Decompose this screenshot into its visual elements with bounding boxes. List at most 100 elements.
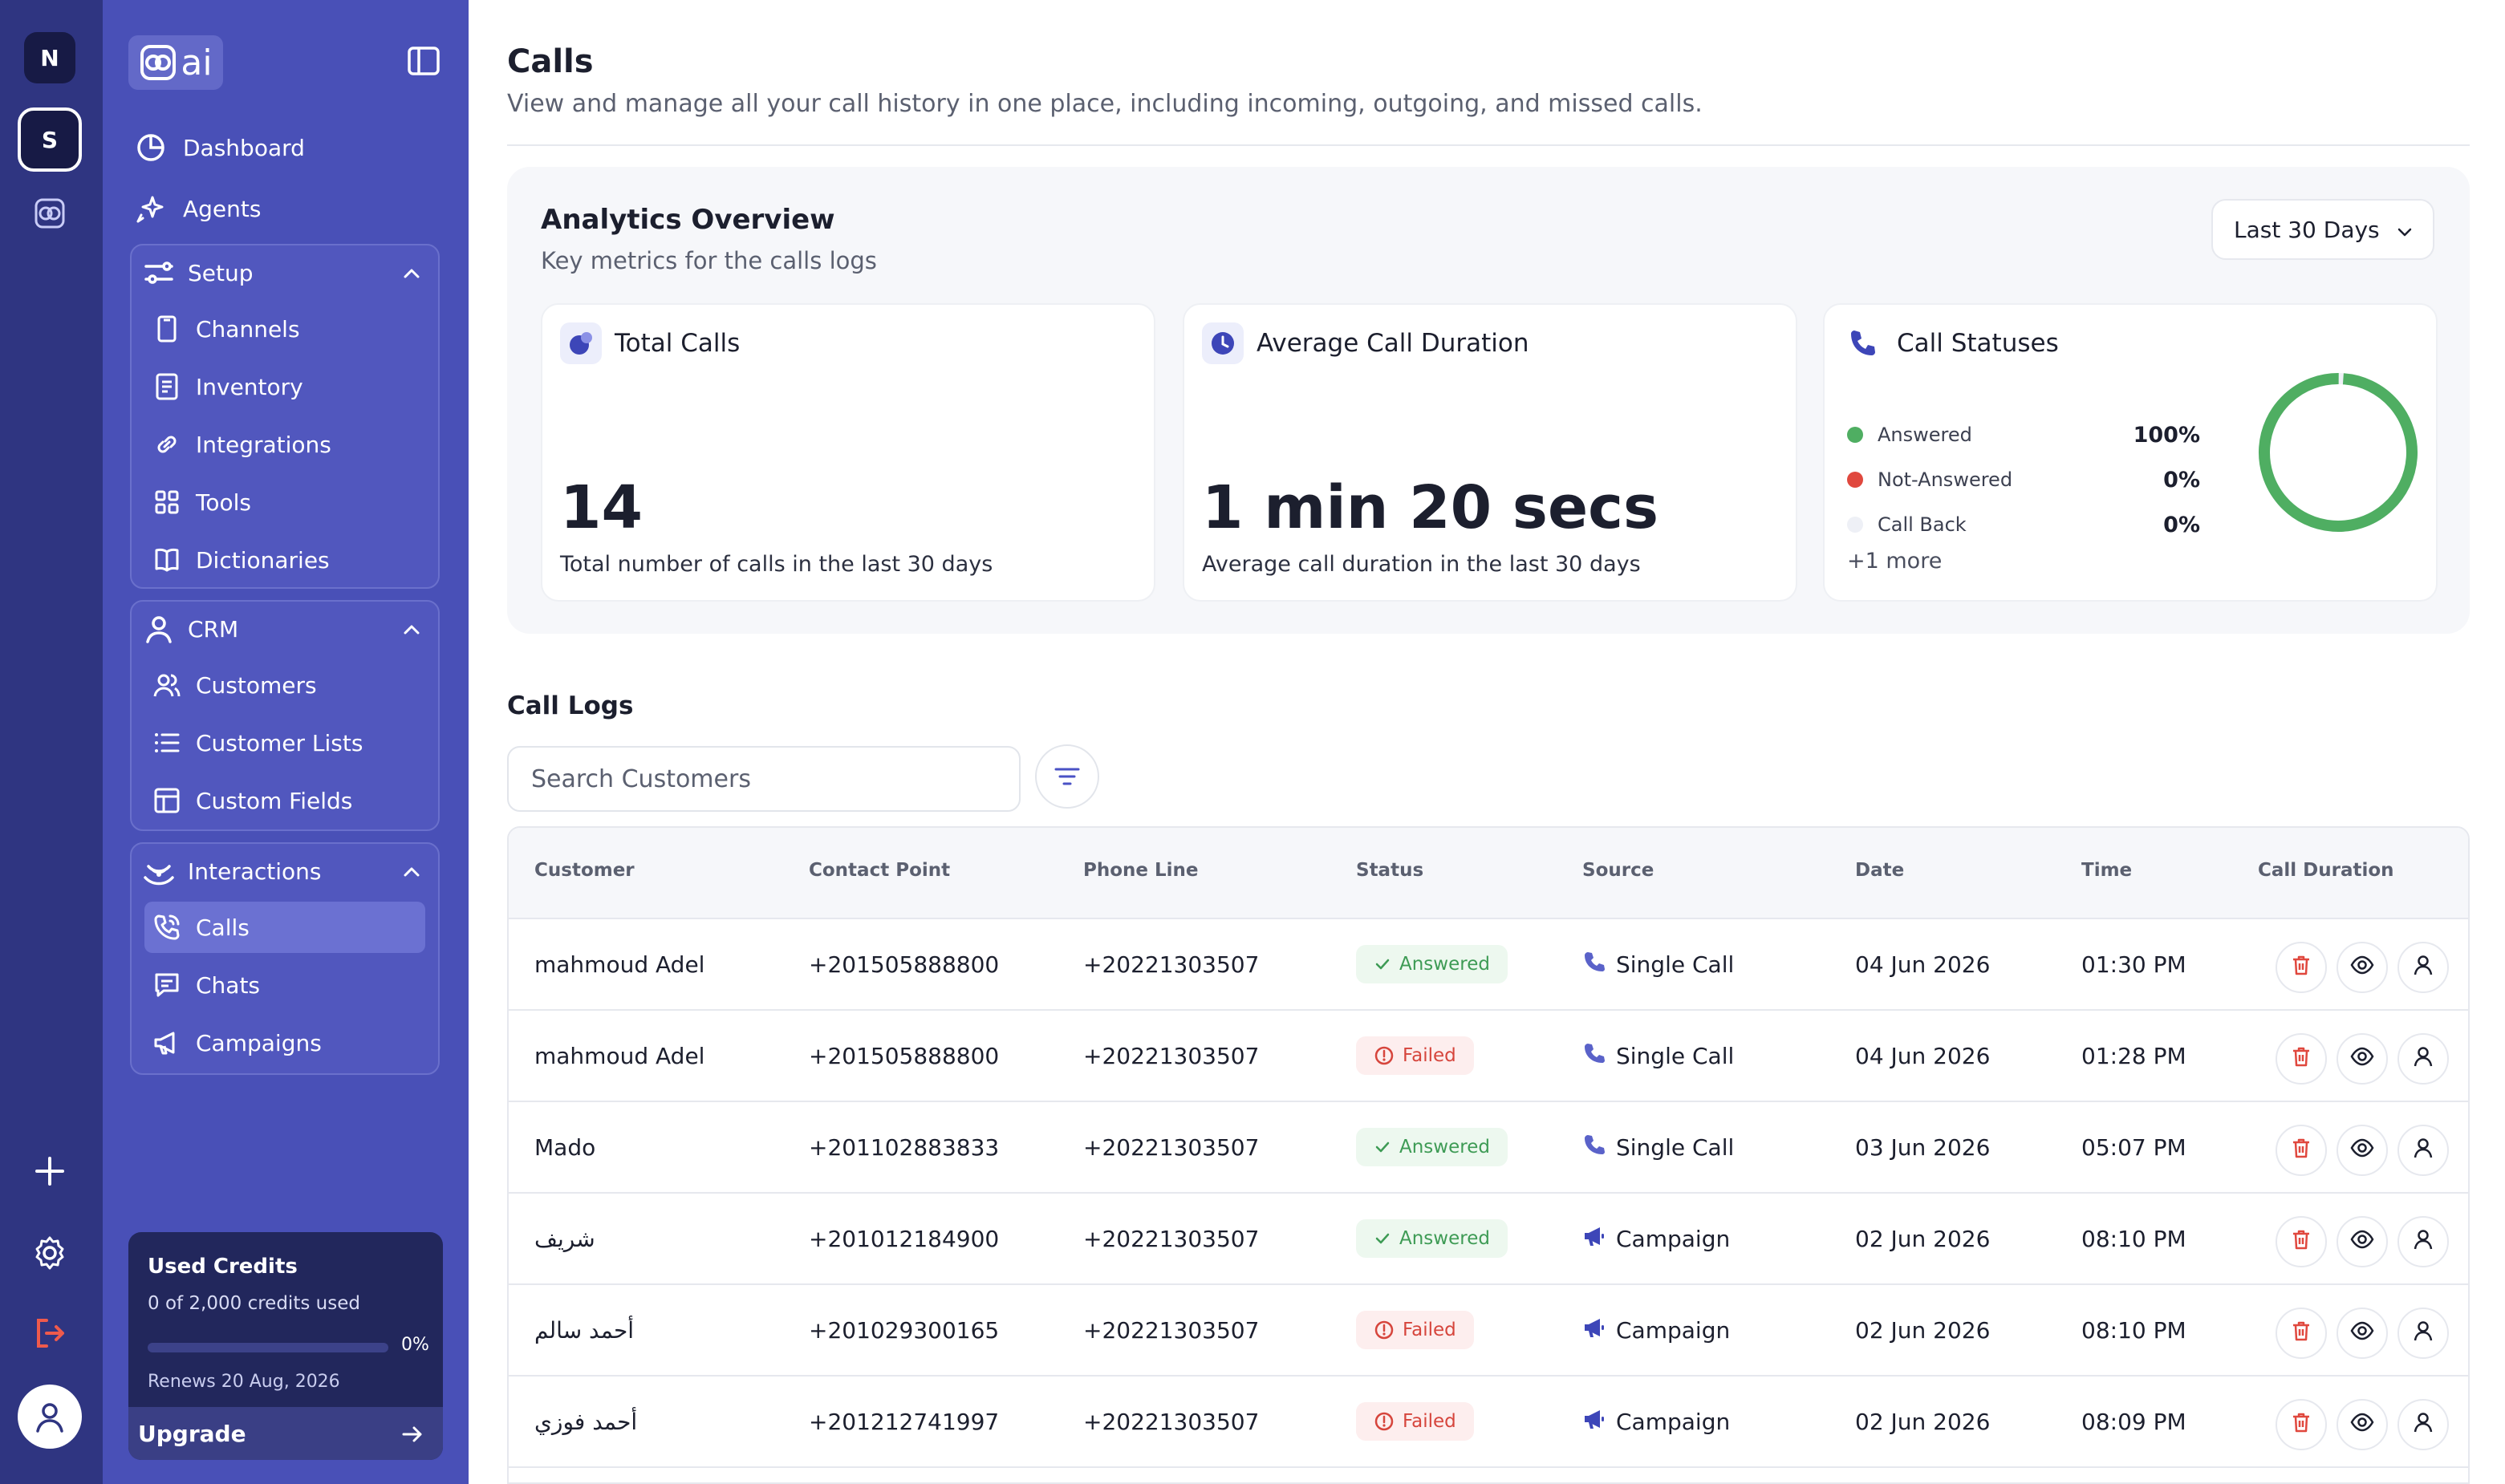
logout-icon[interactable] — [27, 1311, 72, 1356]
column-header[interactable]: Source — [1582, 860, 1654, 881]
table-row[interactable]: شريف +201012184900 +20221303507 Answered Cam… — [509, 1194, 2468, 1285]
sidebar-item-customer-lists[interactable]: Customer Lists — [132, 714, 438, 772]
customer-profile-button[interactable] — [2397, 1125, 2449, 1176]
user-icon — [2411, 1319, 2435, 1348]
user-icon — [2411, 1227, 2435, 1257]
app-logo[interactable]: ai — [128, 35, 223, 90]
filter-button[interactable] — [1035, 744, 1099, 809]
column-header[interactable]: Status — [1356, 860, 1423, 881]
workspace-rail: N S — [0, 0, 103, 1484]
link-icon — [157, 436, 177, 453]
customer-profile-button[interactable] — [2397, 1308, 2449, 1359]
column-header[interactable]: Call Duration — [2258, 860, 2394, 881]
delete-button[interactable] — [2276, 942, 2327, 993]
phone-icon — [1582, 1133, 1606, 1162]
sidebar-group-interactions: Interactions Calls Chats Campaigns — [130, 842, 440, 1075]
header-divider — [507, 144, 2470, 146]
sidebar-item-agents[interactable]: Agents — [135, 193, 261, 225]
call-logs-title: Call Logs — [507, 691, 634, 720]
view-button[interactable] — [2337, 1033, 2388, 1085]
phone-line-cell: +20221303507 — [1083, 1317, 1260, 1344]
customer-profile-button[interactable] — [2397, 942, 2449, 993]
sidebar-item-dashboard[interactable]: Dashboard — [135, 132, 305, 164]
view-button[interactable] — [2337, 1125, 2388, 1176]
view-button[interactable] — [2337, 942, 2388, 993]
table-row[interactable]: أحمد سالم +201029300165 +20221303507 Failed… — [509, 1285, 2468, 1377]
column-header[interactable]: Time — [2081, 860, 2132, 881]
sidebar-item-label: Agents — [183, 195, 262, 222]
sidebar-item-label: Custom Fields — [196, 787, 353, 814]
status-label: Failed — [1403, 1320, 1456, 1340]
user-icon — [2411, 953, 2435, 983]
table-header: Customer Contact Point Phone Line Status… — [509, 828, 2468, 919]
legend-row-call-back: Call Back 0% — [1847, 502, 2200, 547]
status-badge: Answered — [1356, 945, 1508, 983]
source-cell: Single Call — [1582, 1041, 1734, 1071]
view-button[interactable] — [2337, 1399, 2388, 1450]
sidebar-item-custom-fields[interactable]: Custom Fields — [132, 772, 438, 829]
status-badge: Failed — [1356, 1311, 1474, 1349]
sidebar-group-crm-toggle[interactable]: CRM — [132, 602, 438, 656]
sidebar-item-inventory[interactable]: Inventory — [132, 358, 438, 416]
legend-label: Call Back — [1878, 513, 1967, 536]
delete-button[interactable] — [2276, 1308, 2327, 1359]
column-header[interactable]: Date — [1855, 860, 1904, 881]
eye-icon — [2349, 1409, 2375, 1441]
time-cell: 08:10 PM — [2081, 1226, 2186, 1252]
date-cell: 02 Jun 2026 — [1855, 1226, 1991, 1252]
sidebar-item-calls[interactable]: Calls — [144, 902, 425, 953]
table-row[interactable]: Mado +201102883833 +20221303507 Answered Sin… — [509, 1102, 2468, 1194]
source-label: Campaign — [1616, 1226, 1731, 1252]
chevron-up-icon — [404, 867, 420, 877]
sidebar-item-chats[interactable]: Chats — [132, 956, 438, 1014]
view-button[interactable] — [2337, 1308, 2388, 1359]
user-avatar-icon[interactable] — [18, 1385, 82, 1449]
megaphone-icon — [1582, 1224, 1606, 1254]
brand-icon[interactable] — [27, 191, 72, 236]
sidebar-group-setup-toggle[interactable]: Setup — [132, 245, 438, 300]
upgrade-button[interactable]: Upgrade — [128, 1407, 443, 1460]
status-badge: Answered — [1356, 1219, 1508, 1258]
table-row[interactable]: mahmoud Adel +201505888800 +20221303507 Fai… — [509, 1011, 2468, 1102]
source-label: Campaign — [1616, 1317, 1731, 1344]
more-statuses-link[interactable]: +1 more — [1847, 549, 1942, 574]
delete-button[interactable] — [2276, 1216, 2327, 1267]
table-row[interactable]: أحمد فوزي +201212741997 +20221303507 Failed… — [509, 1377, 2468, 1468]
phone-line-cell: +20221303507 — [1083, 951, 1260, 978]
delete-button[interactable] — [2276, 1033, 2327, 1085]
sidebar-group-interactions-toggle[interactable]: Interactions — [132, 844, 438, 898]
table-row[interactable]: mahmoud Adel +201505888800 +20221303507 Ans… — [509, 919, 2468, 1011]
column-header[interactable]: Phone Line — [1083, 860, 1199, 881]
time-cell: 05:07 PM — [2081, 1134, 2186, 1161]
workspace-n-button[interactable]: N — [24, 32, 75, 83]
sidebar-collapse-icon[interactable] — [404, 42, 443, 80]
user-icon — [2411, 1044, 2435, 1074]
customer-profile-button[interactable] — [2397, 1399, 2449, 1450]
delete-button[interactable] — [2276, 1399, 2327, 1450]
column-header[interactable]: Customer — [534, 860, 635, 881]
legend-percent: 0% — [2163, 467, 2200, 493]
search-customers-input[interactable] — [507, 746, 1021, 812]
status-badge: Answered — [1356, 1128, 1508, 1166]
sidebar-item-label: Customer Lists — [196, 729, 363, 756]
view-button[interactable] — [2337, 1216, 2388, 1267]
settings-icon[interactable] — [27, 1231, 72, 1275]
sidebar-item-customers[interactable]: Customers — [132, 656, 438, 714]
source-cell: Single Call — [1582, 950, 1734, 979]
sidebar-item-integrations[interactable]: Integrations — [132, 416, 438, 473]
column-header[interactable]: Contact Point — [809, 860, 950, 881]
call-statuses-legend: Answered 100% Not-Answered 0% Call Back … — [1847, 412, 2200, 547]
delete-button[interactable] — [2276, 1125, 2327, 1176]
legend-percent: 100% — [2133, 422, 2200, 448]
source-label: Single Call — [1616, 951, 1735, 978]
plus-icon[interactable] — [27, 1149, 72, 1194]
date-range-select[interactable]: Last 30 Days — [2211, 199, 2434, 260]
workspace-s-button[interactable]: S — [18, 107, 82, 172]
sidebar-item-label: Chats — [196, 971, 261, 999]
customer-profile-button[interactable] — [2397, 1033, 2449, 1085]
sidebar-item-dictionaries[interactable]: Dictionaries — [132, 531, 438, 589]
sidebar-item-tools[interactable]: Tools — [132, 473, 438, 531]
sidebar-item-channels[interactable]: Channels — [132, 300, 438, 358]
customer-profile-button[interactable] — [2397, 1216, 2449, 1267]
sidebar-item-campaigns[interactable]: Campaigns — [132, 1014, 438, 1072]
